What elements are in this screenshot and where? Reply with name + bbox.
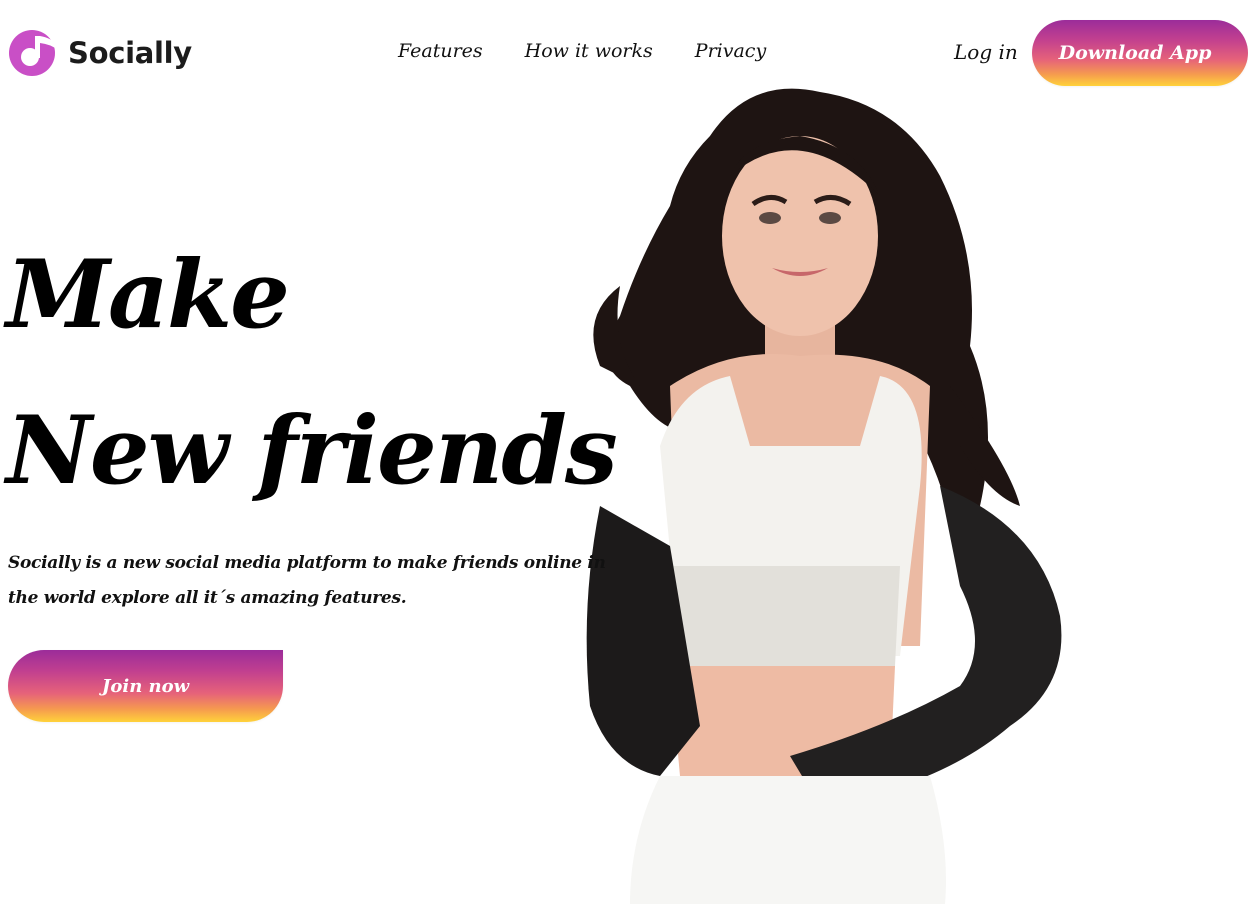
hero-title-line2: New friends	[6, 396, 618, 506]
join-now-button[interactable]: Join now	[8, 650, 283, 722]
nav-link-how-it-works[interactable]: How it works	[525, 40, 653, 62]
woman-portrait-image	[586, 88, 1062, 904]
brand-name: Socially	[68, 36, 192, 70]
nav-link-privacy[interactable]: Privacy	[695, 40, 766, 62]
login-link[interactable]: Log in	[954, 40, 1018, 64]
download-app-button[interactable]: Download App	[1032, 20, 1248, 86]
hero-description: Socially is a new social media platform …	[8, 553, 606, 608]
hero-title-line1: Make	[6, 240, 290, 350]
music-note-icon	[9, 30, 58, 76]
brand-logo[interactable]: Socially	[8, 30, 192, 76]
main-nav: Features How it works Privacy	[398, 40, 808, 62]
nav-link-features[interactable]: Features	[398, 40, 483, 62]
